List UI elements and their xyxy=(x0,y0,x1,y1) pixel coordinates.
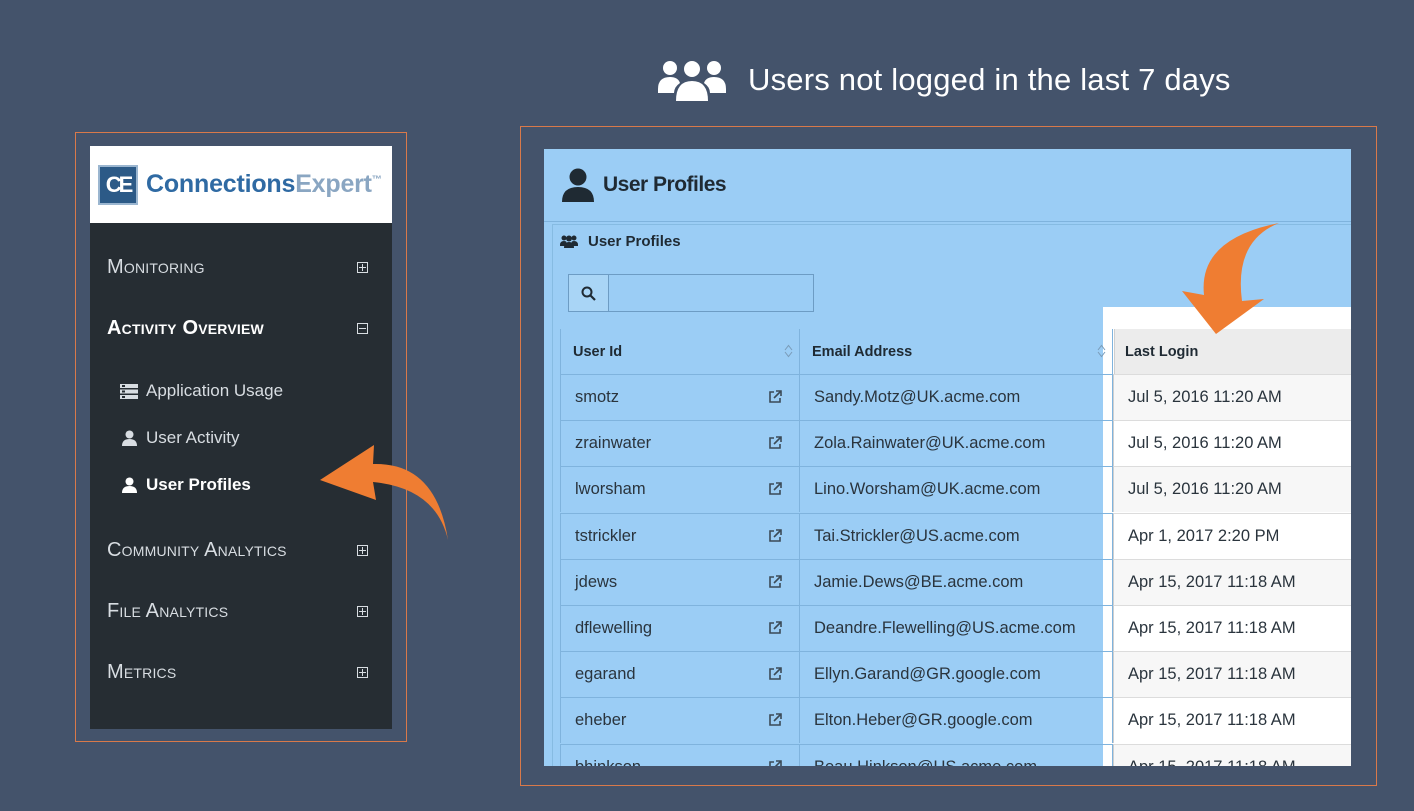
cell-last-login: Apr 15, 2017 11:18 AM xyxy=(1113,558,1351,605)
user-icon xyxy=(120,430,138,446)
nav-user-activity[interactable]: User Activity xyxy=(120,423,240,453)
external-link-icon[interactable] xyxy=(767,528,783,549)
external-link-icon[interactable] xyxy=(767,389,783,410)
user-profiles-panel: User Profiles User Profiles User Id Emai… xyxy=(544,149,1351,766)
nav-label: Community Analytics xyxy=(107,538,287,561)
heading-text: Users not logged in the last 7 days xyxy=(748,62,1231,97)
column-header-user-id[interactable]: User Id xyxy=(560,329,800,374)
nav-activity-overview[interactable]: Activity Overview xyxy=(90,308,392,348)
cell-email: Tai.Strickler@US.acme.com xyxy=(800,512,1113,559)
cell-last-login: Apr 1, 2017 2:20 PM xyxy=(1113,512,1351,559)
expand-icon[interactable] xyxy=(357,666,368,678)
cell-user-id: smotz xyxy=(560,374,800,420)
cell-last-login: Apr 15, 2017 11:18 AM xyxy=(1113,697,1351,744)
user-icon xyxy=(120,477,138,493)
sort-icon[interactable] xyxy=(784,344,793,358)
nav-label: Activity Overview xyxy=(107,316,264,339)
page-heading: Users not logged in the last 7 days xyxy=(658,56,1231,104)
nav-label: Metrics xyxy=(107,660,177,683)
cell-user-id: tstrickler xyxy=(560,512,800,559)
external-link-icon[interactable] xyxy=(767,620,783,641)
cell-last-login: Apr 15, 2017 11:18 AM xyxy=(1113,743,1351,766)
curved-arrow-left-icon xyxy=(320,445,448,540)
search-button[interactable] xyxy=(569,275,609,311)
cell-user-id: zrainwater xyxy=(560,420,800,467)
cell-user-id: jdews xyxy=(560,558,800,605)
cell-user-id: eheber xyxy=(560,697,800,744)
app-logo[interactable]: CE ConnectionsExpert™ xyxy=(90,146,392,223)
sidebar: CE ConnectionsExpert™ Monitoring Activit… xyxy=(90,146,392,729)
nav-user-profiles[interactable]: User Profiles xyxy=(120,470,251,500)
cell-last-login: Apr 15, 2017 11:18 AM xyxy=(1113,605,1351,651)
logo-text: ConnectionsExpert™ xyxy=(146,170,382,198)
panel-header: User Profiles xyxy=(544,149,1351,222)
external-link-icon[interactable] xyxy=(767,759,783,766)
users-group-icon xyxy=(658,61,726,101)
search-icon xyxy=(581,286,596,301)
nav-metrics[interactable]: Metrics xyxy=(90,652,392,692)
column-header-email[interactable]: Email Address xyxy=(800,329,1113,374)
cell-user-id: bhinkson xyxy=(560,743,800,766)
sub-item-label: Application Usage xyxy=(146,381,284,400)
server-icon xyxy=(120,383,138,399)
expand-icon[interactable] xyxy=(357,544,368,556)
panel-title: User Profiles xyxy=(603,173,727,196)
inner-panel-title: User Profiles xyxy=(560,233,681,250)
nav-application-usage[interactable]: Application Usage xyxy=(120,376,283,406)
cell-last-login: Apr 15, 2017 11:18 AM xyxy=(1113,651,1351,698)
external-link-icon[interactable] xyxy=(767,481,783,502)
cell-user-id: lworsham xyxy=(560,466,800,513)
user-icon xyxy=(562,168,594,202)
nav-label: Monitoring xyxy=(107,255,205,278)
curved-arrow-down-icon xyxy=(1182,223,1279,334)
users-icon xyxy=(560,235,578,248)
logo-mark: CE xyxy=(98,164,138,205)
external-link-icon[interactable] xyxy=(767,712,783,733)
cell-last-login: Jul 5, 2016 11:20 AM xyxy=(1113,420,1351,467)
sort-icon[interactable] xyxy=(1097,344,1106,358)
external-link-icon[interactable] xyxy=(767,435,783,456)
cell-user-id: dflewelling xyxy=(560,605,800,651)
nav-file-analytics[interactable]: File Analytics xyxy=(90,591,392,631)
sub-item-label: User Activity xyxy=(146,428,240,447)
expand-icon[interactable] xyxy=(357,605,368,617)
cell-last-login: Jul 5, 2016 11:20 AM xyxy=(1113,466,1351,513)
cell-email: Beau.Hinkson@US.acme.com xyxy=(800,743,1113,766)
cell-last-login: Jul 5, 2016 11:20 AM xyxy=(1113,374,1351,420)
external-link-icon[interactable] xyxy=(767,574,783,595)
cell-email: Sandy.Motz@UK.acme.com xyxy=(800,374,1113,420)
cell-email: Ellyn.Garand@GR.google.com xyxy=(800,651,1113,698)
cell-email: Deandre.Flewelling@US.acme.com xyxy=(800,605,1113,651)
search-box xyxy=(568,274,814,312)
cell-email: Zola.Rainwater@UK.acme.com xyxy=(800,420,1113,467)
nav-label: File Analytics xyxy=(107,599,229,622)
nav-monitoring[interactable]: Monitoring xyxy=(90,247,392,287)
expand-icon[interactable] xyxy=(357,261,368,273)
search-input[interactable] xyxy=(609,275,813,311)
collapse-icon[interactable] xyxy=(357,322,368,334)
cell-email: Lino.Worsham@UK.acme.com xyxy=(800,466,1113,513)
sub-item-label: User Profiles xyxy=(146,475,251,494)
external-link-icon[interactable] xyxy=(767,666,783,687)
cell-user-id: egarand xyxy=(560,651,800,698)
cell-email: Jamie.Dews@BE.acme.com xyxy=(800,558,1113,605)
cell-email: Elton.Heber@GR.google.com xyxy=(800,697,1113,744)
